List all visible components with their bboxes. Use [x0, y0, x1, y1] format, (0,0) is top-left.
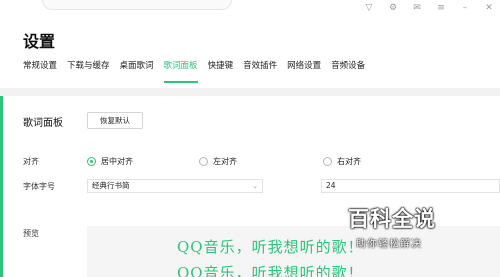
window-controls: ▽ ⚙ ✉ ≡ – ✕	[364, 0, 500, 16]
close-icon[interactable]: ✕	[484, 3, 494, 13]
settings-tabs: 常规设置 下载与缓存 桌面歌词 歌词面板 快捷键 音效插件 网络设置 音频设备	[23, 60, 375, 83]
watermark-subtitle: 助你轻松解决	[356, 239, 422, 250]
tab-desktop-lyrics[interactable]: 桌面歌词	[120, 60, 164, 78]
radio-icon	[199, 157, 208, 166]
align-center-label: 居中对齐	[101, 157, 133, 166]
page-title: 设置	[23, 32, 56, 51]
mail-icon[interactable]: ✉	[412, 3, 422, 13]
font-family-select[interactable]: 经典行书简 ⌄	[87, 179, 263, 193]
font-size-value: 24	[326, 181, 336, 190]
restore-default-button[interactable]: 恢复默认	[87, 112, 143, 129]
radio-icon	[323, 157, 332, 166]
minimize-icon[interactable]: –	[460, 3, 470, 13]
tab-general[interactable]: 常规设置	[23, 60, 67, 78]
watermark-title: 百科全说	[348, 207, 436, 231]
divider	[0, 88, 500, 96]
tab-shortcuts[interactable]: 快捷键	[208, 60, 244, 78]
tab-lyrics-panel[interactable]: 歌词面板	[163, 60, 208, 83]
menu-icon[interactable]: ≡	[436, 3, 446, 13]
tab-audio-device[interactable]: 音频设备	[331, 60, 375, 78]
section-title: 歌词面板	[23, 118, 63, 129]
title-bar: ▽ ⚙ ✉ ≡ – ✕	[0, 0, 500, 16]
tab-sound-effects[interactable]: 音效插件	[243, 60, 287, 78]
preview-line: QQ音乐，听我想听的歌！	[177, 264, 364, 277]
settings-icon[interactable]: ⚙	[388, 3, 398, 13]
font-size-select[interactable]: 24	[321, 179, 500, 193]
align-right-label: 右对齐	[337, 157, 361, 166]
preview-line: QQ音乐，听我想听的歌！	[177, 238, 364, 256]
search-box[interactable]	[42, 0, 232, 10]
shirt-icon[interactable]: ▽	[364, 3, 374, 13]
watermark-logo: 百科全说 助你轻松解决	[348, 203, 458, 253]
accent-bar	[0, 96, 3, 277]
chevron-down-icon: ⌄	[252, 182, 258, 190]
align-center-radio[interactable]: 居中对齐	[87, 156, 133, 167]
font-family-value: 经典行书简	[92, 181, 130, 190]
preview-label: 预览	[23, 229, 39, 238]
tab-download-cache[interactable]: 下载与缓存	[67, 60, 120, 78]
font-label: 字体字号	[23, 182, 55, 191]
radio-checked-icon	[87, 157, 96, 166]
align-left-radio[interactable]: 左对齐	[199, 156, 237, 167]
align-right-radio[interactable]: 右对齐	[323, 156, 361, 167]
tab-network[interactable]: 网络设置	[287, 60, 331, 78]
align-left-label: 左对齐	[213, 157, 237, 166]
align-label: 对齐	[23, 157, 39, 166]
